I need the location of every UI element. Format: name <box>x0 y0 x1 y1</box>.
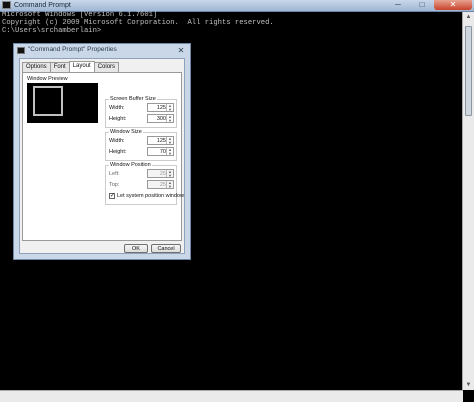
close-button[interactable]: ✕ <box>434 0 472 10</box>
spinner-arrows-icon[interactable]: ▲ ▼ <box>166 137 173 144</box>
scroll-up-arrow-icon[interactable]: ▲ <box>463 12 474 22</box>
buffer-height-label: Height: <box>109 116 127 122</box>
console-window-title: Command Prompt <box>14 2 71 9</box>
window-preview <box>27 83 98 123</box>
window-position-title: Window Position <box>109 162 152 168</box>
window-width-input[interactable]: 125 ▲ ▼ <box>147 136 174 145</box>
cancel-button[interactable]: Cancel <box>151 244 181 253</box>
dialog-app-icon <box>17 47 25 54</box>
buffer-width-label: Width: <box>109 105 125 111</box>
tab-options[interactable]: Options <box>22 62 51 72</box>
screen-buffer-group: Screen Buffer Size Width: 125 ▲ ▼ Height: … <box>105 96 177 128</box>
window-position-group: Window Position Left: 25 ▲ ▼ Top: 25 ▲ ▼ ✓ L… <box>105 162 184 205</box>
buffer-height-value: 300 <box>156 116 166 122</box>
window-width-value: 125 <box>156 138 166 144</box>
vertical-scrollbar[interactable]: ▲ ▼ <box>462 12 474 390</box>
tab-colors[interactable]: Colors <box>93 62 120 72</box>
screen-buffer-title: Screen Buffer Size <box>109 96 157 102</box>
console-app-icon[interactable] <box>2 1 11 9</box>
horizontal-scrollbar[interactable] <box>0 390 463 402</box>
system-position-checkbox[interactable]: ✓ <box>109 193 115 199</box>
dialog-close-button[interactable]: ✕ <box>176 46 186 55</box>
tab-font[interactable]: Font <box>49 62 70 72</box>
position-left-label: Left: <box>109 171 120 177</box>
console-line: C:\Users\srchamberlain> <box>2 26 102 35</box>
vertical-scroll-thumb[interactable] <box>465 26 472 116</box>
position-top-label: Top: <box>109 182 120 188</box>
dialog-title: "Command Prompt" Properties <box>28 46 117 53</box>
window-preview-frame <box>33 86 63 116</box>
buffer-height-input[interactable]: 300 ▲ ▼ <box>147 114 174 123</box>
properties-dialog: "Command Prompt" Properties ✕ Options Fo… <box>13 43 191 260</box>
buffer-width-input[interactable]: 125 ▲ ▼ <box>147 103 174 112</box>
window-height-label: Height: <box>109 149 127 155</box>
spinner-arrows-icon[interactable]: ▲ ▼ <box>166 148 173 155</box>
spinner-arrows-icon[interactable]: ▲ ▼ <box>166 181 173 188</box>
spinner-arrows-icon[interactable]: ▲ ▼ <box>166 115 173 122</box>
window-height-input[interactable]: 70 ▲ ▼ <box>147 147 174 156</box>
window-size-group: Window Size Width: 125 ▲ ▼ Height: 70 ▲ ▼ <box>105 129 177 161</box>
system-position-label[interactable]: Let system position window <box>117 193 184 199</box>
window-size-title: Window Size <box>109 129 143 135</box>
dialog-body: Options Font Layout Colors Window Previe… <box>19 58 185 254</box>
layout-tab-panel: Window Preview Screen Buffer Size Width:… <box>22 72 184 241</box>
buffer-width-value: 125 <box>156 105 166 111</box>
window-width-label: Width: <box>109 138 125 144</box>
tab-strip: Options Font Layout Colors <box>22 61 120 72</box>
tab-layout[interactable]: Layout <box>68 61 95 72</box>
minimize-button[interactable]: ─ <box>386 0 410 10</box>
window-preview-label: Window Preview <box>27 76 68 82</box>
maximize-button[interactable]: □ <box>410 0 434 10</box>
position-top-input[interactable]: 25 ▲ ▼ <box>147 180 174 189</box>
position-left-input[interactable]: 25 ▲ ▼ <box>147 169 174 178</box>
scroll-down-arrow-icon[interactable]: ▼ <box>463 380 474 390</box>
spinner-arrows-icon[interactable]: ▲ ▼ <box>166 170 173 177</box>
spinner-arrows-icon[interactable]: ▲ ▼ <box>166 104 173 111</box>
ok-button[interactable]: OK <box>124 244 148 253</box>
